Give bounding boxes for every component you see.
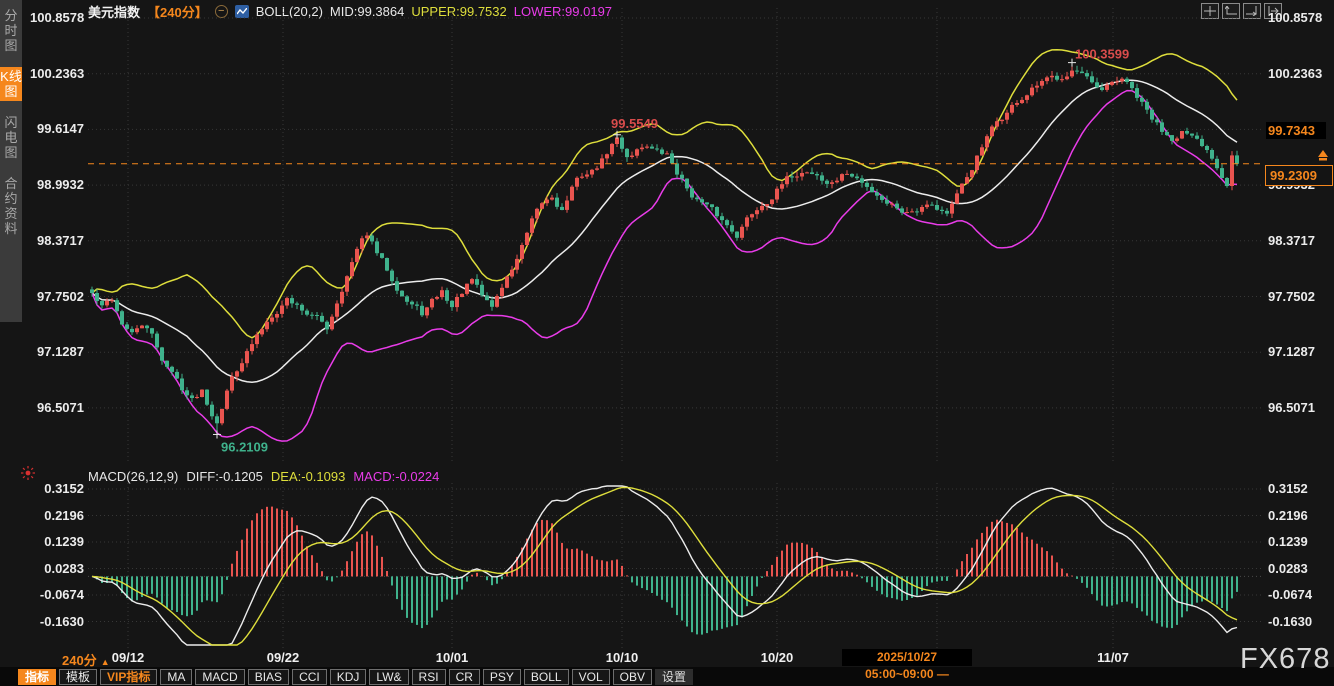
x-axis-date-label: 10/01 [428, 650, 476, 665]
price-axis-label-right: 97.7502 [1268, 289, 1328, 305]
main-price-chart[interactable]: 99.5549 100.3599 96.2109 [88, 8, 1262, 463]
toolbar-item-6[interactable]: BIAS [248, 669, 289, 685]
toolbar-item-5[interactable]: MACD [195, 669, 244, 685]
price-axis-label-left: 98.9932 [30, 177, 84, 193]
x-axis-date-label: 10/10 [598, 650, 646, 665]
price-axis-label-right: 96.5071 [1268, 400, 1328, 416]
macd-axis-label-left: -0.0674 [30, 587, 84, 603]
macd-axis-label-right: -0.0674 [1268, 587, 1328, 603]
chart-application: 分时图K线图闪电图合约资料 美元指数 【240分】 − BOLL(20,2) M… [0, 0, 1334, 686]
macd-title: MACD(26,12,9) [88, 469, 178, 484]
macd-axis-label-right: 0.2196 [1268, 508, 1328, 524]
toolbar-item-2[interactable]: 模板 [59, 669, 97, 685]
price-axis-label-left: 97.7502 [30, 289, 84, 305]
macd-indicator-chart[interactable] [88, 483, 1262, 648]
price-axis-label-right: 100.2363 [1268, 66, 1328, 82]
macd-axis-label-left: -0.1630 [30, 614, 84, 630]
watermark: FX678 [1240, 643, 1330, 676]
toolbar-item-15[interactable]: OBV [613, 669, 652, 685]
price-axis-label-right: 98.3717 [1268, 233, 1328, 249]
price-axis-label-left: 98.3717 [30, 233, 84, 249]
price-axis-label-left: 100.2363 [30, 66, 84, 82]
price-axis-label-right: 97.1287 [1268, 344, 1328, 360]
last-price-label: 99.2309 [1265, 165, 1333, 186]
macd-axis-label-left: 0.2196 [30, 508, 84, 524]
toolbar-item-1[interactable]: 指标 [18, 669, 56, 685]
price-axis-label-right: 100.8578 [1268, 10, 1328, 26]
macd-axis-label-right: 0.0283 [1268, 561, 1328, 577]
price-axis-label-left: 96.5071 [30, 400, 84, 416]
price-annotation: 96.2109 [221, 439, 268, 454]
x-axis-date-label: 11/07 [1089, 650, 1137, 665]
sidebar: 分时图 K线图闪电图合约资料 [0, 0, 22, 322]
price-axis-label-left: 100.8578 [30, 10, 84, 26]
macd-dea-value: DEA:-0.1093 [271, 469, 345, 484]
toolbar-item-11[interactable]: CR [449, 669, 480, 685]
toolbar-item-3[interactable]: VIP指标 [100, 669, 157, 685]
sidebar-tab-2[interactable]: K线图 [0, 67, 22, 101]
bottom-toolbar: 指标模板VIP指标MAMACDBIASCCIKDJLW&RSICRPSYBOLL… [0, 667, 1334, 686]
macd-axis-label-right: -0.1630 [1268, 614, 1328, 630]
macd-macd-value: MACD:-0.0224 [353, 469, 439, 484]
price-up-arrow-icon [1316, 150, 1330, 168]
macd-axis-label-right: 0.3152 [1268, 481, 1328, 497]
toolbar-item-13[interactable]: BOLL [524, 669, 569, 685]
toolbar-item-8[interactable]: KDJ [330, 669, 367, 685]
x-axis-date-label: 09/22 [259, 650, 307, 665]
price-annotation: 100.3599 [1075, 47, 1129, 62]
toolbar-item-14[interactable]: VOL [572, 669, 610, 685]
price-axis-label-left: 97.1287 [30, 344, 84, 360]
sidebar-tab-3[interactable]: 闪电图 [0, 113, 22, 162]
toolbar-item-7[interactable]: CCI [292, 669, 327, 685]
toolbar-item-4[interactable]: MA [160, 669, 192, 685]
macd-axis-label-left: 0.0283 [30, 561, 84, 577]
macd-axis-label-left: 0.3152 [30, 481, 84, 497]
macd-axis-label-right: 0.1239 [1268, 534, 1328, 550]
sidebar-tab-4[interactable]: 合约资料 [0, 174, 22, 238]
selected-candle-time-label: 2025/10/27 05:00~09:00 — [842, 649, 972, 666]
price-annotation: 99.5549 [611, 116, 658, 131]
x-axis-date-label: 09/12 [104, 650, 152, 665]
sidebar-tab-1[interactable]: 分时图 [0, 6, 22, 55]
macd-header: MACD(26,12,9) DIFF:-0.1205 DEA:-0.1093 M… [88, 469, 439, 484]
toolbar-item-16[interactable]: 设置 [655, 669, 693, 685]
price-axis-label-left: 99.6147 [30, 121, 84, 137]
toolbar-item-9[interactable]: LW& [369, 669, 408, 685]
upper-band-price-label: 99.7343 [1266, 122, 1326, 139]
macd-diff-value: DIFF:-0.1205 [186, 469, 263, 484]
macd-axis-label-left: 0.1239 [30, 534, 84, 550]
toolbar-item-12[interactable]: PSY [483, 669, 521, 685]
x-axis-date-label: 10/20 [753, 650, 801, 665]
toolbar-item-10[interactable]: RSI [412, 669, 446, 685]
